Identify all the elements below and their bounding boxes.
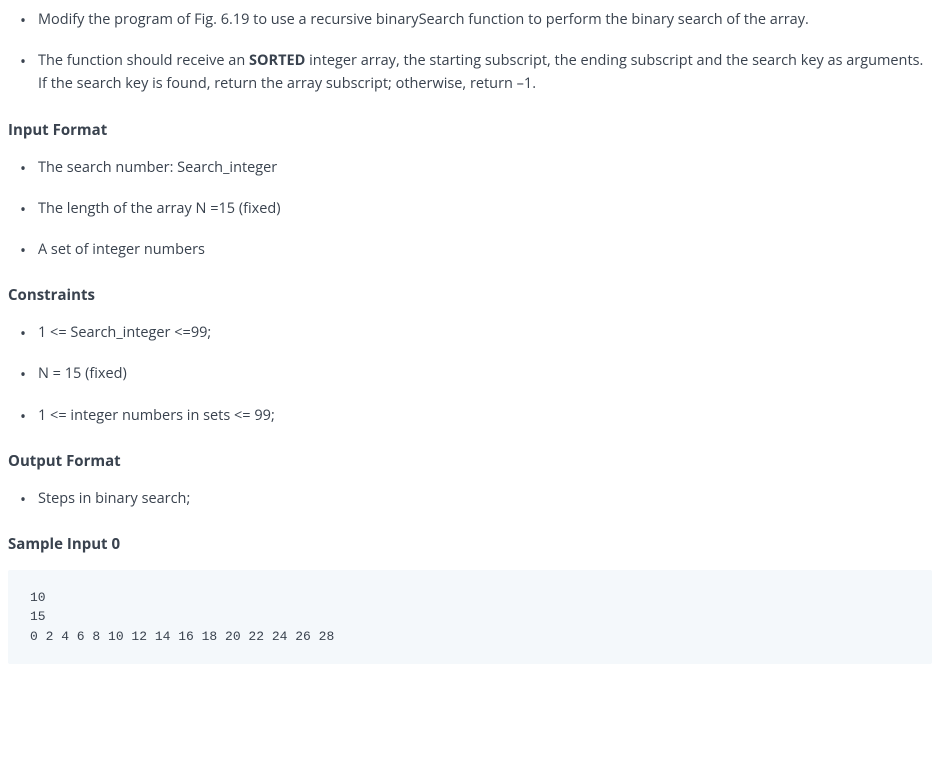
description-text-before: The function should receive an [38,51,249,70]
description-list: Modify the program of Fig. 6.19 to use a… [8,8,932,96]
list-item: 1 <= Search_integer <=99; [8,321,932,344]
input-format-header: Input Format [8,118,932,142]
list-item: The search number: Search_integer [8,156,932,179]
input-format-list: The search number: Search_integer The le… [8,156,932,262]
constraints-header: Constraints [8,283,932,307]
description-text: Modify the program of Fig. 6.19 to use a… [38,10,809,29]
constraints-list: 1 <= Search_integer <=99; N = 15 (fixed)… [8,321,932,427]
description-item: The function should receive an SORTED in… [8,49,932,95]
output-format-header: Output Format [8,449,932,473]
list-item: The length of the array N =15 (fixed) [8,197,932,220]
description-item: Modify the program of Fig. 6.19 to use a… [8,8,932,31]
list-item: A set of integer numbers [8,238,932,261]
sample-input-0-code: 10 15 0 2 4 6 8 10 12 14 16 18 20 22 24 … [8,570,932,665]
description-bold: SORTED [249,51,305,70]
list-item: 1 <= integer numbers in sets <= 99; [8,404,932,427]
list-item: N = 15 (fixed) [8,362,932,385]
sample-input-0-header: Sample Input 0 [8,532,932,556]
output-format-list: Steps in binary search; [8,487,932,510]
list-item: Steps in binary search; [8,487,932,510]
